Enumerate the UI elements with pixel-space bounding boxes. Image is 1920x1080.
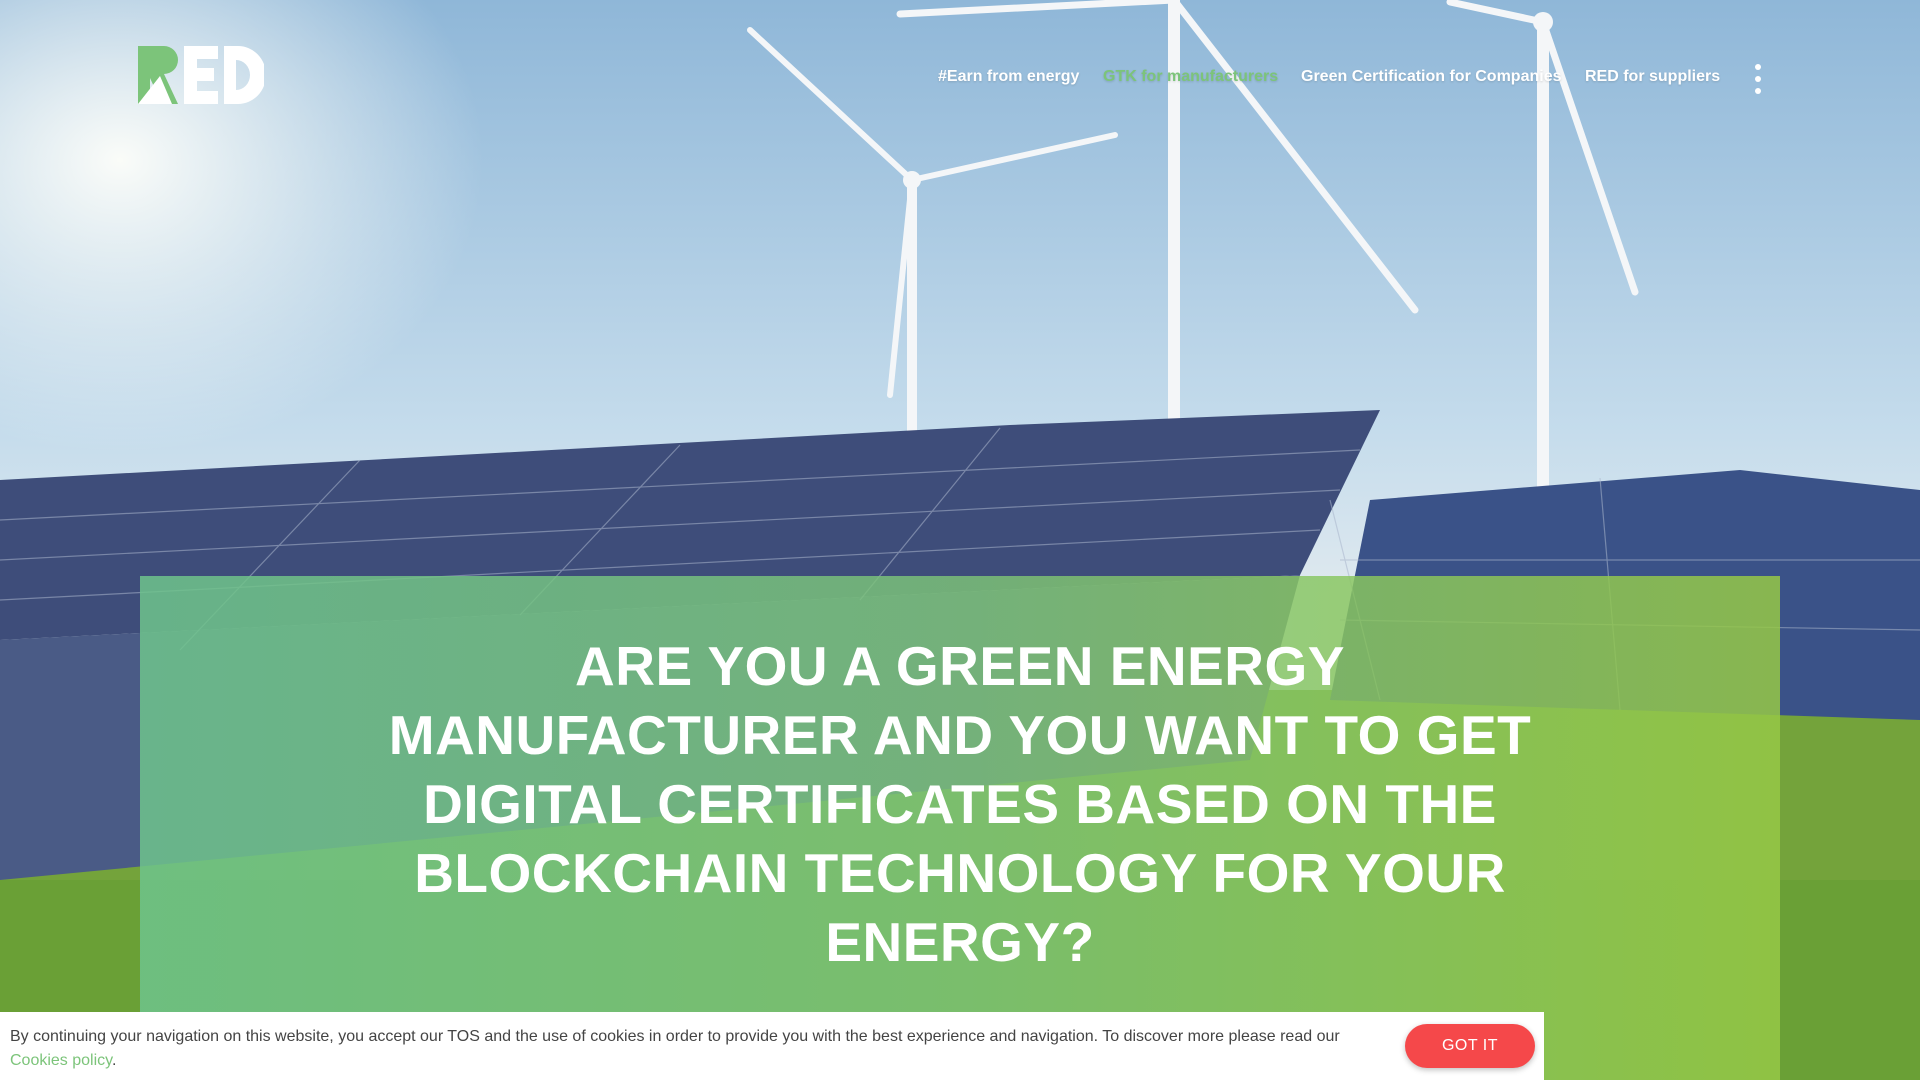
nav-green-certification[interactable]: Green Certification for Companies — [1301, 68, 1562, 86]
top-navigation: #Earn from energy GTK for manufacturers … — [0, 0, 1920, 160]
menu-dot — [1755, 76, 1761, 82]
got-it-button[interactable]: GOT IT — [1405, 1024, 1535, 1068]
cookies-policy-link[interactable]: Cookies policy — [10, 1052, 112, 1069]
headline-line: MANUFACTURER AND YOU WANT TO GET — [388, 704, 1532, 766]
red-logo-mark — [138, 46, 266, 104]
nav-gtk-for-manufacturers[interactable]: GTK for manufacturers — [1103, 68, 1278, 86]
red-logo[interactable] — [138, 46, 266, 106]
cookie-message: By continuing your navigation on this we… — [10, 1025, 1370, 1073]
headline-line: ARE YOU A GREEN ENERGY — [575, 635, 1345, 697]
more-vertical-icon[interactable] — [1752, 64, 1764, 94]
cookie-text: By continuing your navigation on this we… — [10, 1028, 1340, 1045]
cookie-period: . — [111, 1052, 117, 1069]
menu-dot — [1755, 88, 1761, 94]
headline-line: DIGITAL CERTIFICATES BASED ON THE — [423, 773, 1497, 835]
headline-line: ENERGY? — [825, 911, 1095, 973]
nav-red-for-suppliers[interactable]: RED for suppliers — [1585, 68, 1720, 86]
cookie-banner: By continuing your navigation on this we… — [0, 1012, 1544, 1080]
hero-headline: ARE YOU A GREEN ENERGY MANUFACTURER AND … — [340, 632, 1580, 977]
headline-line: BLOCKCHAIN TECHNOLOGY FOR YOUR — [414, 842, 1506, 904]
menu-dot — [1755, 64, 1761, 70]
nav-earn-from-energy[interactable]: #Earn from energy — [938, 68, 1079, 86]
